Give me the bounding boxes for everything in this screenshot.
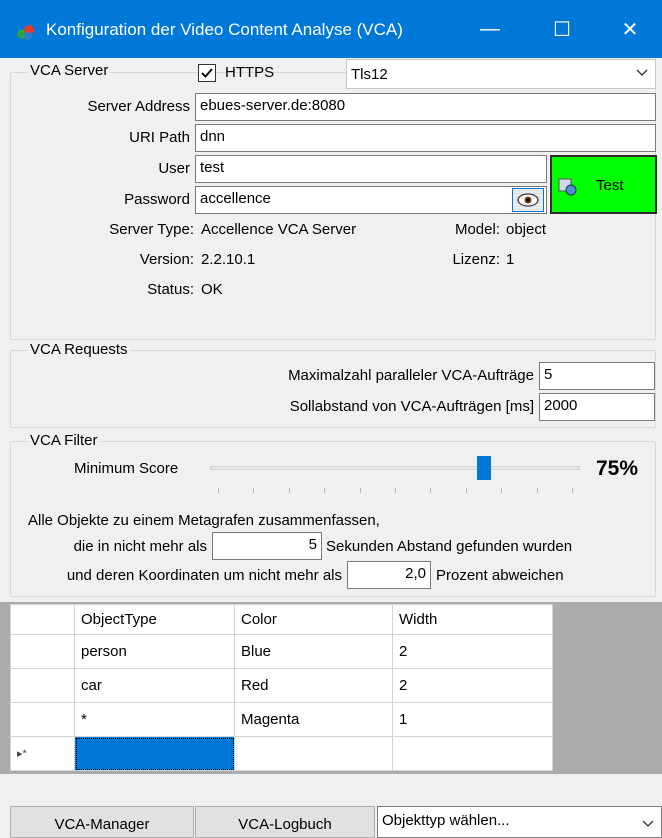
cell-width[interactable]: 2 xyxy=(392,668,553,703)
grid-header-row: ObjectType Color Width xyxy=(10,604,553,635)
minimize-icon: — xyxy=(480,17,500,40)
test-button-label: Test xyxy=(596,177,624,194)
connection-test-icon xyxy=(558,178,577,196)
percent-input[interactable]: 2,0 xyxy=(347,561,431,589)
test-button[interactable]: Test xyxy=(550,155,657,214)
row-header[interactable] xyxy=(10,634,75,669)
chevron-down-icon xyxy=(636,69,648,76)
version-label: Version: xyxy=(139,251,194,268)
vca-requests-legend: VCA Requests xyxy=(28,341,130,358)
column-header-color[interactable]: Color xyxy=(234,604,393,635)
https-checkbox[interactable] xyxy=(198,64,216,82)
vca-filter-legend: VCA Filter xyxy=(28,432,100,449)
slider-tick xyxy=(288,488,290,493)
user-label: User xyxy=(158,160,190,177)
slider-tick xyxy=(572,488,573,493)
cell-objecttype[interactable]: * xyxy=(74,702,235,737)
window-title: Konfiguration der Video Content Analyse … xyxy=(46,20,403,39)
slider-tick xyxy=(430,488,432,493)
status-value: OK xyxy=(201,281,223,298)
eye-icon xyxy=(517,193,539,207)
row-header[interactable] xyxy=(10,668,75,703)
server-type-label: Server Type: xyxy=(109,221,194,238)
lizenz-label: Lizenz: xyxy=(452,251,500,268)
vca-logbuch-button[interactable]: VCA-Logbuch xyxy=(195,806,375,838)
table-row[interactable]: person Blue 2 xyxy=(10,634,553,669)
cell-objecttype[interactable]: person xyxy=(74,634,235,669)
server-address-input[interactable]: ebues-server.de:8080 xyxy=(195,93,656,121)
app-icon xyxy=(17,25,34,40)
merge-percent-prefix: und deren Koordinaten um nicht mehr als xyxy=(66,567,342,584)
chevron-down-icon xyxy=(642,820,654,827)
merge-seconds-prefix: die in nicht mehr als xyxy=(73,538,207,555)
slider-tick xyxy=(253,488,255,493)
version-value: 2.2.10.1 xyxy=(201,251,256,268)
object-type-grid: ObjectType Color Width person Blue 2 car… xyxy=(10,604,553,771)
row-header[interactable] xyxy=(10,702,75,737)
show-password-button[interactable] xyxy=(512,188,544,212)
uri-path-input[interactable]: dnn xyxy=(195,124,656,152)
https-label: HTTPS xyxy=(225,64,275,81)
table-row[interactable]: * Magenta 1 xyxy=(10,702,553,737)
cell-width[interactable] xyxy=(392,736,553,771)
status-label: Status: xyxy=(147,281,194,298)
min-score-label: Minimum Score xyxy=(74,460,179,477)
check-icon xyxy=(201,68,213,78)
new-row[interactable]: ▸* xyxy=(10,736,553,771)
cell-objecttype[interactable]: car xyxy=(74,668,235,703)
vca-server-legend: VCA Server xyxy=(28,62,111,79)
vca-manager-button[interactable]: VCA-Manager xyxy=(10,806,194,838)
objecttype-placeholder: Objekttyp wählen... xyxy=(382,812,510,829)
column-header-objecttype[interactable]: ObjectType xyxy=(74,604,235,635)
slider-tick xyxy=(359,488,361,493)
cell-color[interactable] xyxy=(234,736,393,771)
cell-color[interactable]: Red xyxy=(234,668,393,703)
merge-percent-suffix: Prozent abweichen xyxy=(436,567,564,584)
objecttype-select[interactable]: Objekttyp wählen... xyxy=(377,806,662,838)
uri-path-label: URI Path xyxy=(129,129,190,146)
model-value: object xyxy=(506,221,547,238)
max-parallel-input[interactable]: 5 xyxy=(539,362,655,390)
close-button[interactable]: ✕ xyxy=(596,0,662,58)
cell-width[interactable]: 1 xyxy=(392,702,553,737)
close-icon: ✕ xyxy=(621,18,639,41)
min-score-slider-track[interactable] xyxy=(210,466,580,470)
maximize-button[interactable]: ☐ xyxy=(528,0,596,58)
title-bar: Konfiguration der Video Content Analyse … xyxy=(0,0,662,58)
slider-tick xyxy=(501,488,503,493)
interval-label: Sollabstand von VCA-Aufträgen [ms] xyxy=(289,398,534,415)
row-header-corner xyxy=(10,604,75,635)
slider-tick xyxy=(465,488,467,493)
cell-color[interactable]: Magenta xyxy=(234,702,393,737)
cell-color[interactable]: Blue xyxy=(234,634,393,669)
selected-cell[interactable] xyxy=(74,736,235,771)
tls-value: Tls12 xyxy=(351,66,388,83)
model-label: Model: xyxy=(454,221,500,238)
slider-tick xyxy=(218,488,219,493)
seconds-input[interactable]: 5 xyxy=(212,532,322,560)
cell-width[interactable]: 2 xyxy=(392,634,553,669)
table-row[interactable]: car Red 2 xyxy=(10,668,553,703)
column-header-width[interactable]: Width xyxy=(392,604,553,635)
slider-tick xyxy=(324,488,326,493)
merge-description-line1: Alle Objekte zu einem Metagrafen zusamme… xyxy=(28,512,380,529)
server-address-label: Server Address xyxy=(87,98,190,115)
password-input[interactable]: accellence xyxy=(195,186,547,214)
tls-select[interactable]: Tls12 xyxy=(346,59,656,89)
max-parallel-label: Maximalzahl paralleler VCA-Aufträge xyxy=(288,367,534,384)
slider-tick xyxy=(536,488,538,493)
min-score-value: 75% xyxy=(596,457,639,480)
password-label: Password xyxy=(124,191,190,208)
minimize-button[interactable]: — xyxy=(456,0,524,58)
min-score-slider-thumb[interactable] xyxy=(476,456,491,480)
new-row-marker[interactable]: ▸* xyxy=(10,736,75,771)
interval-input[interactable]: 2000 xyxy=(539,393,655,421)
merge-seconds-suffix: Sekunden Abstand gefunden wurden xyxy=(326,538,573,555)
maximize-icon: ☐ xyxy=(553,18,571,41)
server-type-value: Accellence VCA Server xyxy=(201,221,357,238)
user-input[interactable]: test xyxy=(195,155,547,183)
slider-tick xyxy=(395,488,396,493)
lizenz-value: 1 xyxy=(506,251,515,268)
